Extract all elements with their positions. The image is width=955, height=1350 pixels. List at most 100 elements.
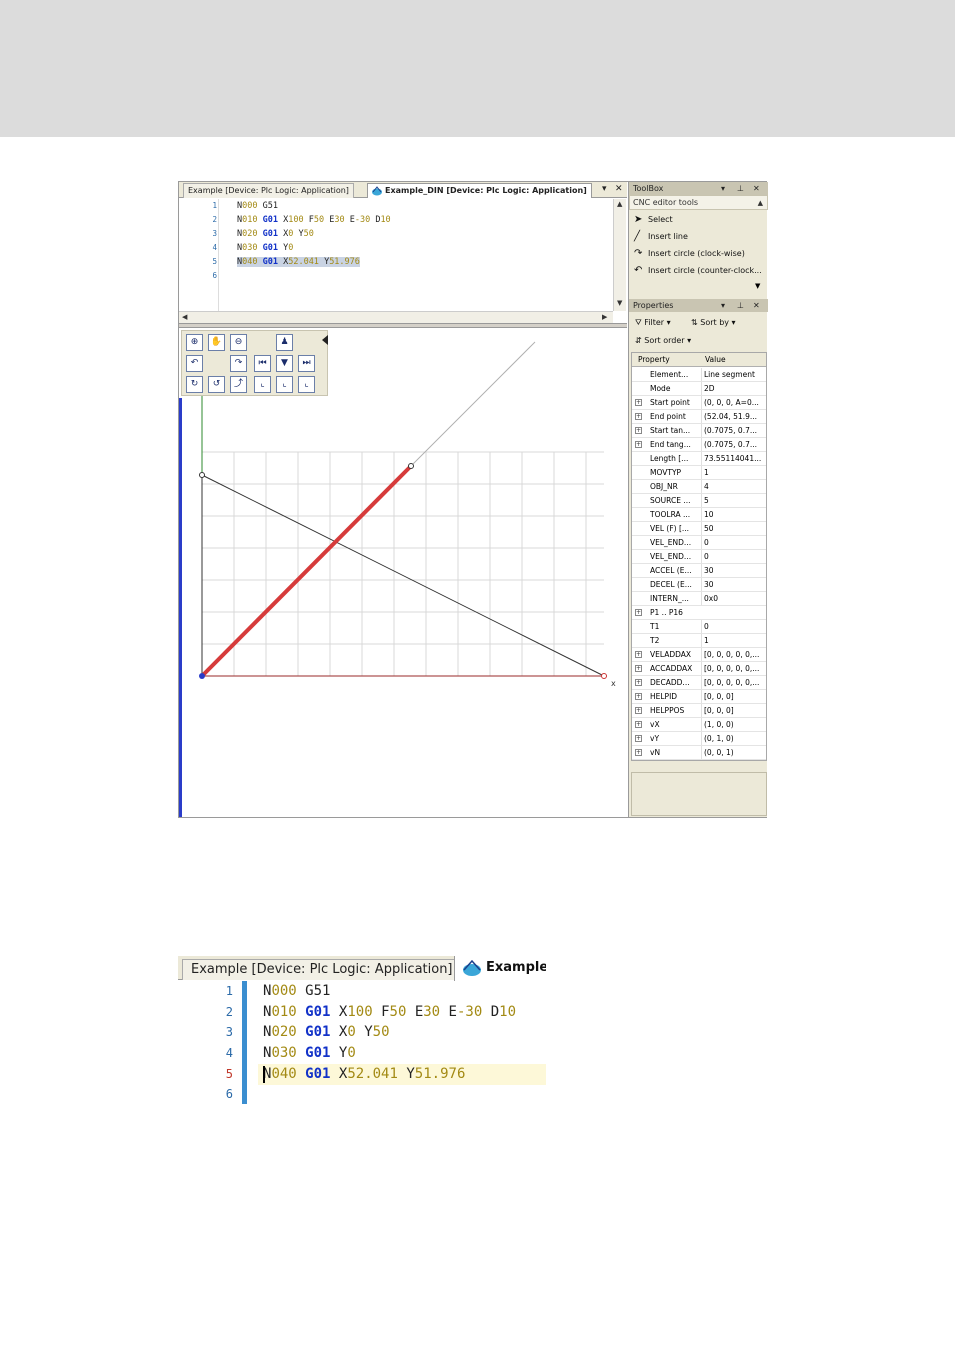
code-line[interactable]: N000 G51 xyxy=(237,201,278,211)
curve-icon[interactable]: ⤴ xyxy=(230,376,247,393)
code-line[interactable]: N000 G51 xyxy=(263,983,330,999)
expand-icon[interactable]: + xyxy=(635,749,642,756)
expand-icon[interactable]: + xyxy=(635,707,642,714)
property-value[interactable]: (0, 1, 0) xyxy=(701,732,767,745)
property-value[interactable]: [0, 0, 0] xyxy=(701,690,767,703)
scroll-right-icon[interactable]: ▶ xyxy=(602,313,607,321)
tab-close-icon[interactable]: ✕ xyxy=(615,184,623,194)
scroll-down-icon[interactable]: ▼ xyxy=(755,282,760,290)
property-value[interactable]: (1, 0, 0) xyxy=(701,718,767,731)
property-value[interactable]: 1 xyxy=(701,466,767,479)
tab-example-din[interactable]: Example_DIN [Device: Plc Logic: Applicat… xyxy=(367,183,592,198)
property-row[interactable]: + End point (52.04, 51.9... xyxy=(632,410,766,424)
zoom-tab-example-din[interactable]: Example_ xyxy=(454,956,546,981)
code-line-selected[interactable]: N040 G01 X52.041 Y51.976 xyxy=(237,257,360,267)
property-value[interactable]: 30 xyxy=(701,564,767,577)
property-value[interactable]: (0, 0, 0, A=0... xyxy=(701,396,767,409)
path-graph[interactable]: x xyxy=(179,328,627,817)
scroll-up-icon[interactable]: ▲ xyxy=(617,200,622,208)
property-value[interactable]: [0, 0, 0, 0, 0,... xyxy=(701,676,767,689)
property-value[interactable]: 5 xyxy=(701,494,767,507)
tool-select[interactable]: ➤ Select xyxy=(632,212,673,228)
code-line[interactable]: N030 G01 Y0 xyxy=(263,1045,356,1061)
zoom-out-icon[interactable]: ⊖ xyxy=(230,334,247,351)
scroll-left-icon[interactable]: ◀ xyxy=(182,313,187,321)
property-row[interactable]: + HELPID [0, 0, 0] xyxy=(632,690,766,704)
code-line[interactable]: N010 G01 X100 F50 E30 E-30 D10 xyxy=(237,215,391,225)
axis-xz-icon[interactable]: ⌞ xyxy=(276,376,293,393)
pin-icon[interactable]: ⊥ xyxy=(737,182,744,195)
expand-icon[interactable]: + xyxy=(635,693,642,700)
property-value[interactable]: 2D xyxy=(701,382,767,395)
property-value[interactable]: [0, 0, 0, 0, 0,... xyxy=(701,662,767,675)
property-value[interactable]: 0x0 xyxy=(701,592,767,605)
expand-icon[interactable]: + xyxy=(635,413,642,420)
code-line-current[interactable]: N040 G01 X52.041 Y51.976 xyxy=(263,1066,465,1082)
property-row[interactable]: + ACCADDAX [0, 0, 0, 0, 0,... xyxy=(632,662,766,676)
property-value[interactable]: 50 xyxy=(701,522,767,535)
property-row[interactable]: + Start tan... (0.7075, 0.7... xyxy=(632,424,766,438)
step-forward-icon[interactable]: ⏭ xyxy=(298,355,315,372)
property-value[interactable]: (0.7075, 0.7... xyxy=(701,424,767,437)
panel-menu-icon[interactable]: ▾ xyxy=(721,299,725,312)
close-icon[interactable]: ✕ xyxy=(753,182,760,195)
property-value[interactable]: 0 xyxy=(701,536,767,549)
property-row[interactable]: VEL (F) [... 50 xyxy=(632,522,766,536)
property-row[interactable]: OBJ_NR 4 xyxy=(632,480,766,494)
tool-insert-line[interactable]: ╱ Insert line xyxy=(632,229,688,245)
property-value[interactable]: [0, 0, 0, 0, 0,... xyxy=(701,648,767,661)
property-row[interactable]: + vX (1, 0, 0) xyxy=(632,718,766,732)
axis-yz-icon[interactable]: ⌞ xyxy=(298,376,315,393)
tool-insert-circle-ccw[interactable]: ↶ Insert circle (counter-clock... xyxy=(632,263,762,279)
property-value[interactable]: 0 xyxy=(701,550,767,563)
property-row[interactable]: + End tang... (0.7075, 0.7... xyxy=(632,438,766,452)
expand-icon[interactable]: + xyxy=(635,399,642,406)
property-value[interactable]: (52.04, 51.9... xyxy=(701,410,767,423)
zoom-in-icon[interactable]: ⊕ xyxy=(186,334,203,351)
property-value[interactable]: 10 xyxy=(701,508,767,521)
property-row[interactable]: ACCEL (E... 30 xyxy=(632,564,766,578)
scroll-down-icon[interactable]: ▼ xyxy=(617,299,622,307)
property-row[interactable]: Length [... 73.55114041... xyxy=(632,452,766,466)
rotate-left-icon[interactable]: ↶ xyxy=(186,355,203,372)
property-value[interactable]: 30 xyxy=(701,578,767,591)
property-row[interactable]: VEL_END... 0 xyxy=(632,550,766,564)
panel-menu-icon[interactable]: ▾ xyxy=(721,182,725,195)
pin-icon[interactable]: ⊥ xyxy=(737,299,744,312)
property-row[interactable]: Mode 2D xyxy=(632,382,766,396)
expand-icon[interactable]: + xyxy=(635,665,642,672)
close-icon[interactable]: ✕ xyxy=(753,299,760,312)
property-row[interactable]: DECEL (E... 30 xyxy=(632,578,766,592)
tool-insert-circle-cw[interactable]: ↷ Insert circle (clock-wise) xyxy=(632,246,745,262)
property-row[interactable]: INTERN_... 0x0 xyxy=(632,592,766,606)
property-row[interactable]: VEL_END... 0 xyxy=(632,536,766,550)
expand-icon[interactable]: + xyxy=(635,679,642,686)
property-row[interactable]: + Start point (0, 0, 0, A=0... xyxy=(632,396,766,410)
expand-icon[interactable]: + xyxy=(635,721,642,728)
code-line[interactable]: N020 G01 X0 Y50 xyxy=(237,229,314,239)
sort-by-button[interactable]: ⇅ Sort by ▾ xyxy=(691,318,736,327)
expand-icon[interactable]: + xyxy=(635,735,642,742)
property-row[interactable]: Element... Line segment xyxy=(632,368,766,382)
rotate-right-icon[interactable]: ↷ xyxy=(230,355,247,372)
graphic-view[interactable]: x ⊕ ✋ ⊖ ♟ ↶ ↷ ⏮ ▼ ⏭ ↻ ↺ ⤴ ⌞ ⌞ ⌞ xyxy=(179,328,627,817)
property-value[interactable]: 73.55114041... xyxy=(701,452,767,465)
horizontal-scrollbar[interactable]: ◀ ▶ xyxy=(179,311,613,323)
reset-view-icon[interactable]: ♟ xyxy=(276,334,293,351)
tab-example[interactable]: Example [Device: Plc Logic: Application] xyxy=(183,183,354,198)
property-value[interactable]: Line segment xyxy=(701,368,767,381)
expand-icon[interactable]: + xyxy=(635,609,642,616)
property-row[interactable]: + P1 .. P16 xyxy=(632,606,766,620)
property-value[interactable]: (0, 0, 1) xyxy=(701,746,767,759)
code-editor[interactable]: 1 2 3 4 5 6 N000 G51 N010 G01 X100 F50 E… xyxy=(179,199,627,323)
property-value[interactable]: 0 xyxy=(701,620,767,633)
arc-cw-icon[interactable]: ↻ xyxy=(186,376,203,393)
code-line[interactable]: N010 G01 X100 F50 E30 E-30 D10 xyxy=(263,1004,516,1020)
zoom-tab-example[interactable]: Example [Device: Plc Logic: Application] xyxy=(182,959,462,980)
expand-icon[interactable]: + xyxy=(635,651,642,658)
property-row[interactable]: + vN (0, 0, 1) xyxy=(632,746,766,760)
property-value[interactable]: 1 xyxy=(701,634,767,647)
step-down-icon[interactable]: ▼ xyxy=(276,355,293,372)
property-row[interactable]: TOOLRA ... 10 xyxy=(632,508,766,522)
tab-dropdown-icon[interactable]: ▾ xyxy=(602,184,607,194)
